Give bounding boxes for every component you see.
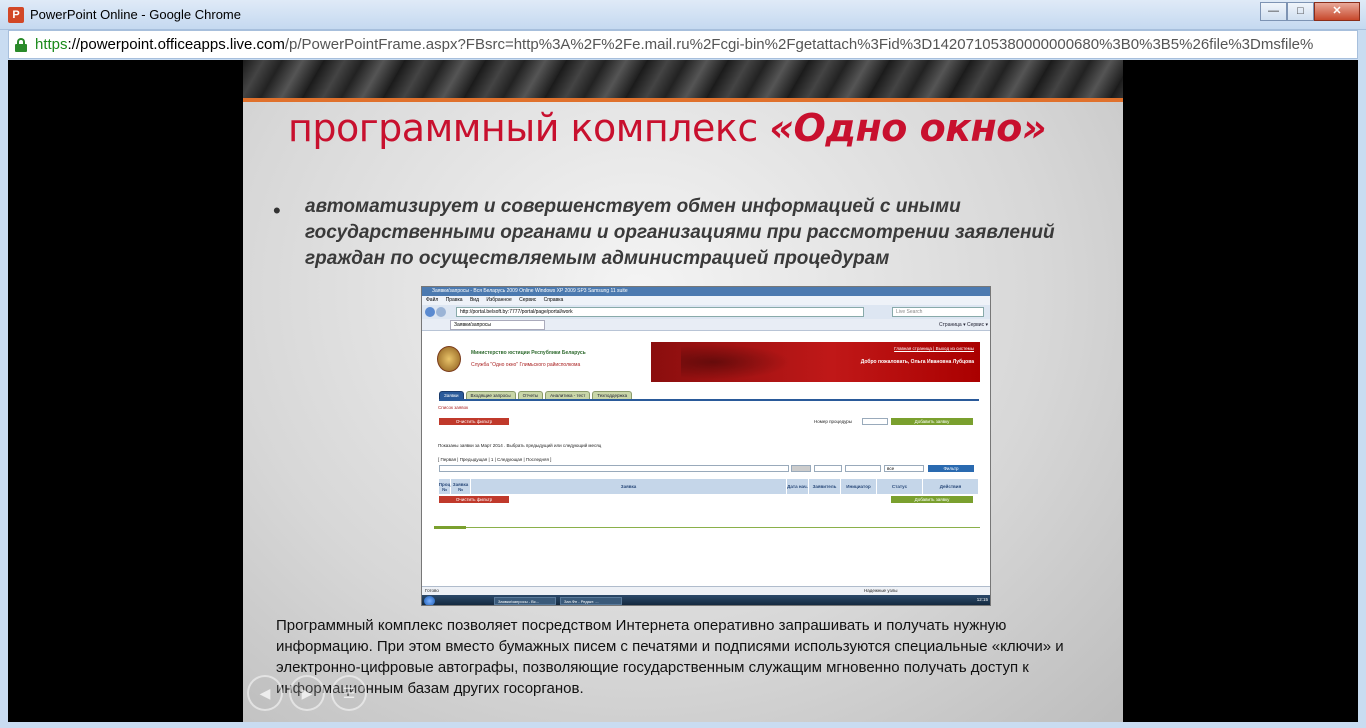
column-header: Дата нач. <box>787 479 809 494</box>
footer-accent <box>434 526 466 529</box>
ie-forward-icon <box>436 307 446 317</box>
column-header: Заявка <box>471 479 787 494</box>
column-header: Статус <box>877 479 923 494</box>
proc-number-label: Номер процедуры <box>814 419 853 424</box>
column-header: Действия <box>923 479 979 494</box>
previous-slide-button[interactable]: ◀ <box>247 675 283 711</box>
ie-status-text: Готово <box>425 588 439 593</box>
url-path: /p/PowerPointFrame.aspx?FBsrc=http%3A%2F… <box>284 36 1314 53</box>
title-bar: P PowerPoint Online - Google Chrome — □ … <box>0 0 1366 30</box>
lock-icon[interactable] <box>15 38 27 52</box>
ie-menu-item: Справка <box>543 297 564 303</box>
ie-title-bar: Заявки/запросы - Вся Беларусь 2009 Onlin… <box>422 287 990 296</box>
pager: [ Первая | Предыдущая | 1 | Следующая | … <box>438 457 552 462</box>
slide-bullet: автоматизирует и совершенствует обмен ин… <box>305 196 1055 269</box>
bullet-icon: • <box>273 198 281 223</box>
ie-menu-item: Избранное <box>486 297 512 303</box>
column-header: Заявка № <box>451 479 471 494</box>
url-text[interactable]: https://powerpoint.officeapps.live.com/p… <box>35 36 1353 53</box>
portal-tab-underline <box>439 399 979 401</box>
column-header: Заявитель <box>809 479 841 494</box>
portal-tab: Аналитика - тест <box>545 391 591 399</box>
ie-menu-item: Правка <box>445 297 463 303</box>
ie-menu-item: Вид <box>469 297 480 303</box>
ie-tab: Заявки/запросы <box>450 320 545 330</box>
minimize-button[interactable]: — <box>1260 2 1287 21</box>
embedded-screenshot: Заявки/запросы - Вся Беларусь 2009 Onlin… <box>421 286 991 606</box>
ie-search: Live Search <box>892 307 984 317</box>
ie-menu-bar: Файл Правка Вид Избранное Сервис Справка <box>422 296 990 305</box>
clear-filter-button: Очистить фильтр <box>439 418 509 425</box>
column-header: Инициатор <box>841 479 877 494</box>
banner-photo <box>681 344 791 380</box>
ie-url: http://portal.belsoft.by:7777/portal/pag… <box>456 307 864 317</box>
portal-tab: Техподдержка <box>592 391 633 399</box>
portal-links: Главная страница | Выход из системы <box>894 346 974 351</box>
portal-page: Министерство юстиции Республики Беларусь… <box>434 339 980 593</box>
portal-tab: Отчеты <box>517 391 544 399</box>
footer-line <box>434 527 980 528</box>
ie-address-bar: http://portal.belsoft.by:7777/portal/pag… <box>422 305 990 319</box>
maximize-button[interactable]: □ <box>1287 2 1314 21</box>
shown-label: Показаны заявки за Март 2014 . Выбрать п… <box>438 443 602 448</box>
column-header: Проц № <box>439 479 451 494</box>
portal-tab: Заявки <box>439 391 464 399</box>
ie-back-icon <box>425 307 435 317</box>
task-item: Заявки/запросы - Вс... <box>494 597 556 605</box>
portal-banner: Главная страница | Выход из системы Добр… <box>651 342 980 382</box>
slide-title: программный комплекс «Одно окно» <box>288 106 1047 150</box>
filter-button: Фильтр <box>928 465 974 472</box>
address-bar[interactable]: https://powerpoint.officeapps.live.com/p… <box>8 30 1358 59</box>
taskbar: Заявки/запросы - Вс... Зап.Фн - Редакт. … <box>422 595 990 605</box>
powerpoint-icon: P <box>8 7 24 23</box>
grid-header: Проц № Заявка № Заявка Дата нач. Заявите… <box>439 479 979 494</box>
portal-tab: Входящие запросы <box>465 391 516 399</box>
portal-crumb: Список заявок <box>438 405 469 410</box>
url-scheme: https <box>35 36 68 53</box>
slide-banner-image <box>243 60 1123 98</box>
grid-filter-input <box>439 465 789 472</box>
ie-zone: Надежные узлы <box>864 588 898 593</box>
ie-tools: Страница ▾ Сервис ▾ <box>939 322 988 328</box>
portal-tabs: Заявки Входящие запросы Отчеты Аналитика… <box>439 391 634 399</box>
slide-accent-stripe <box>243 98 1123 102</box>
proc-number-input <box>862 418 888 425</box>
ie-menu-item: Файл <box>426 297 439 303</box>
slide-title-emphasis: «Одно окно» <box>769 106 1047 150</box>
clock: 12:15 <box>976 597 988 602</box>
start-icon <box>424 596 435 605</box>
ie-menu-item: Сервис <box>519 297 537 303</box>
add-request-button: Добавить заявку <box>891 418 973 425</box>
applicant-filter-input <box>814 465 842 472</box>
slide: программный комплекс «Одно окно» • автом… <box>243 60 1123 722</box>
browser-window: P PowerPoint Online - Google Chrome — □ … <box>0 0 1366 728</box>
portal-org: Министерство юстиции Республики Беларусь <box>471 350 586 356</box>
close-button[interactable]: ✕ <box>1314 2 1360 21</box>
emblem-icon <box>437 346 461 372</box>
date-filter-input <box>791 465 811 472</box>
ie-status-bar: Готово Надежные узлы <box>422 586 990 595</box>
url-host: ://powerpoint.officeapps.live.com <box>67 36 285 53</box>
portal-service: Служба "Одно окно" Глимьского райисполко… <box>471 362 581 368</box>
slide-menu-button[interactable]: ☰ <box>331 675 367 711</box>
window-title: PowerPoint Online - Google Chrome <box>30 7 241 22</box>
task-item: Зап.Фн - Редакт. ... <box>560 597 622 605</box>
window-controls: — □ ✕ <box>1260 2 1360 22</box>
status-select: все <box>884 465 924 472</box>
clear-filter-button-bottom: Очистить фильтр <box>439 496 509 503</box>
slide-title-plain: программный комплекс <box>288 106 770 150</box>
portal-welcome: Добро пожаловать, Ольга Ивановна Лубцова <box>860 359 974 365</box>
page-content: программный комплекс «Одно окно» • автом… <box>8 60 1358 722</box>
slide-body-text: Программный комплекс позволяет посредств… <box>276 617 1064 697</box>
add-request-button-bottom: Добавить заявку <box>891 496 973 503</box>
initiator-filter-input <box>845 465 881 472</box>
ie-tab-bar: Заявки/запросы Страница ▾ Сервис ▾ <box>422 319 990 331</box>
next-slide-button[interactable]: ▶ <box>289 675 325 711</box>
